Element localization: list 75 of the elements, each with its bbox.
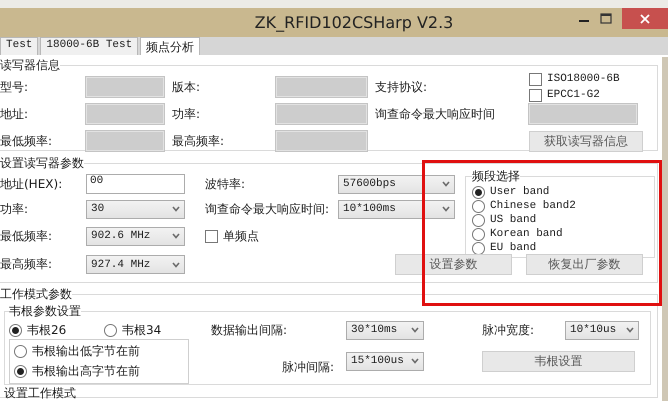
dropdown[interactable]: 10*100ms	[338, 200, 455, 218]
option-label: Chinese band2	[490, 200, 576, 212]
option-label: EU band	[490, 242, 536, 254]
tab[interactable]: 18000-6B Test	[40, 37, 138, 55]
field-label: 最低频率:	[0, 132, 54, 150]
group-title: 设置读写器参数	[0, 155, 84, 172]
chevron-icon[interactable]	[442, 181, 450, 187]
dropdown[interactable]: 30*10ms	[346, 320, 424, 340]
checkbox[interactable]	[529, 88, 542, 102]
field-label: 地址(HEX):	[0, 176, 64, 192]
field-label: 脉冲宽度:	[482, 322, 536, 338]
close-button[interactable]	[622, 8, 668, 29]
checkbox-label: EPCC1-G2	[547, 89, 600, 101]
radio-button[interactable]	[104, 324, 117, 336]
field-label: 脉冲间隔:	[280, 359, 335, 376]
radio-button[interactable]	[14, 344, 27, 358]
radio-button[interactable]	[472, 228, 485, 240]
field-label: 型号:	[0, 78, 30, 96]
chevron-icon[interactable]	[172, 262, 180, 268]
group-title: 工作模式参数	[0, 286, 72, 303]
dropdown[interactable]: 57600bps	[338, 174, 455, 194]
radio-button[interactable]	[14, 364, 27, 378]
dropdown[interactable]: 15*100us	[346, 352, 424, 370]
checkbox-label: ISO18000-6B	[547, 73, 620, 85]
chevron-icon[interactable]	[172, 233, 180, 239]
group-title: 读写器信息	[0, 57, 60, 74]
checkbox[interactable]	[205, 230, 218, 242]
dropdown[interactable]: 927.4 MHz	[86, 255, 185, 274]
group-title: 频段选择	[472, 168, 520, 185]
option-label: Korean band	[490, 228, 563, 240]
field-label: 数据输出间隔:	[211, 322, 288, 338]
get-info-button[interactable]: 获取读写器信息	[529, 130, 643, 152]
dropdown[interactable]: 902.6 MHz	[86, 226, 185, 246]
radio-button[interactable]	[472, 200, 485, 212]
field-label: 地址:	[0, 106, 30, 122]
option-label: 韦根26	[27, 322, 66, 338]
option-label: 韦根34	[122, 322, 162, 338]
tab[interactable]: Test	[0, 37, 38, 55]
action-button[interactable]: 恢复出厂参数	[526, 254, 643, 275]
group-title: 韦根参数设置	[9, 303, 81, 320]
window-title: ZK_RFID102CSHarp V2.3	[254, 13, 454, 32]
field-label: 询查命令最大响应时间	[375, 106, 496, 122]
address-input[interactable]: 00	[86, 174, 185, 194]
chevron-icon[interactable]	[411, 358, 419, 364]
chevron-icon[interactable]	[442, 206, 450, 212]
field-label: 最低频率:	[0, 228, 54, 244]
dropdown[interactable]: 10*10us	[565, 320, 639, 340]
field-label: 版本:	[172, 78, 202, 96]
chevron-icon[interactable]	[172, 206, 180, 212]
field-label: 波特率:	[205, 176, 246, 192]
group-title: 设置工作模式	[3, 385, 77, 401]
field-label: 最高频率:	[0, 256, 54, 273]
field-label: 功率:	[0, 200, 30, 218]
chevron-icon[interactable]	[411, 327, 419, 333]
action-button[interactable]: 设置参数	[395, 254, 512, 275]
chevron-icon[interactable]	[626, 327, 634, 333]
close-icon	[640, 14, 650, 24]
radio-button[interactable]	[472, 242, 485, 254]
option-label: 韦根输出高字节在前	[32, 362, 140, 380]
checkbox[interactable]	[529, 72, 542, 86]
option-label: 韦根输出低字节在前	[32, 342, 140, 360]
radio-button[interactable]	[9, 324, 22, 336]
tab[interactable]: 频点分析	[140, 37, 200, 55]
option-label: User band	[490, 186, 550, 198]
field-label: 功率:	[172, 106, 202, 122]
checkbox-label: 单频点	[223, 228, 259, 244]
wiegand-settings-button[interactable]: 韦根设置	[482, 350, 635, 372]
field-label: 询查命令最大响应时间:	[205, 200, 330, 218]
field-label: 最高频率:	[172, 132, 226, 150]
radio-button[interactable]	[472, 186, 485, 198]
option-label: US band	[490, 214, 536, 226]
dropdown[interactable]: 30	[86, 200, 185, 218]
field-label: 支持协议:	[375, 78, 428, 96]
maximize-icon[interactable]	[600, 13, 612, 25]
radio-button[interactable]	[472, 214, 485, 226]
